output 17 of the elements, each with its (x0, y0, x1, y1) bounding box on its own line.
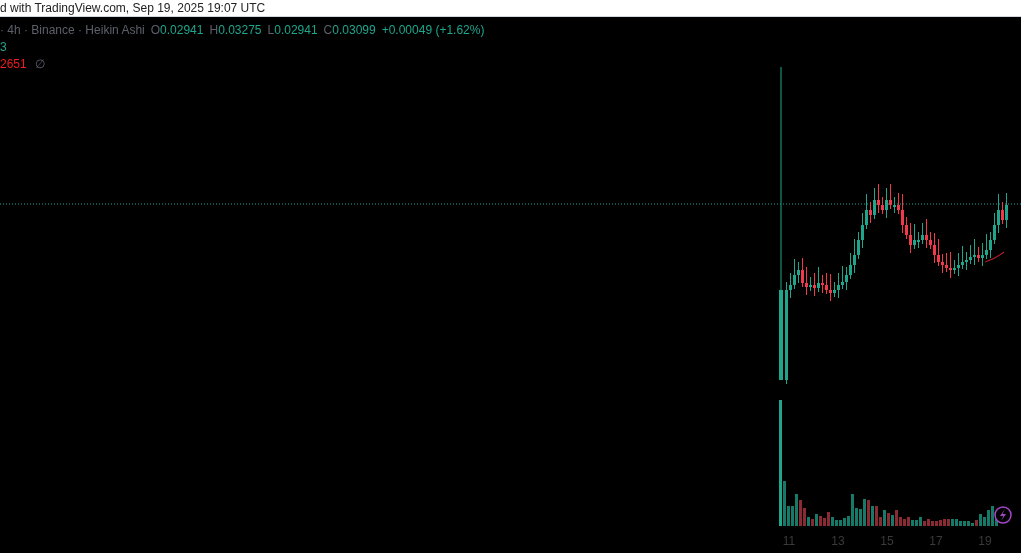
moving-average-line (984, 251, 1005, 263)
indicator-value: 2651 (0, 57, 27, 72)
ohlc-value: O0.02941 (150, 23, 204, 38)
axis-label: 15 (880, 534, 894, 548)
axis-label: 17 (929, 534, 943, 548)
indicator-value: 3 (0, 40, 7, 55)
ohlc-value: L0.02941 (267, 23, 318, 38)
header-text: d with TradingView.com, Sep 19, 2025 19:07 UTC (0, 2, 266, 14)
ohlc-value: H0.03275 (209, 23, 262, 38)
axis-label: 13 (831, 534, 845, 548)
lightning-icon[interactable] (994, 506, 1012, 524)
change-value: +0.00049 (+1.62%) (381, 23, 485, 38)
ohlc-value: C0.03099 (323, 23, 376, 38)
indicator-status: ∅ (34, 57, 45, 72)
symbol-info: · 4h · Binance · Heikin Ashi (0, 23, 145, 38)
axis-label: 11 (782, 534, 796, 548)
axis-label: 19 (978, 534, 992, 548)
